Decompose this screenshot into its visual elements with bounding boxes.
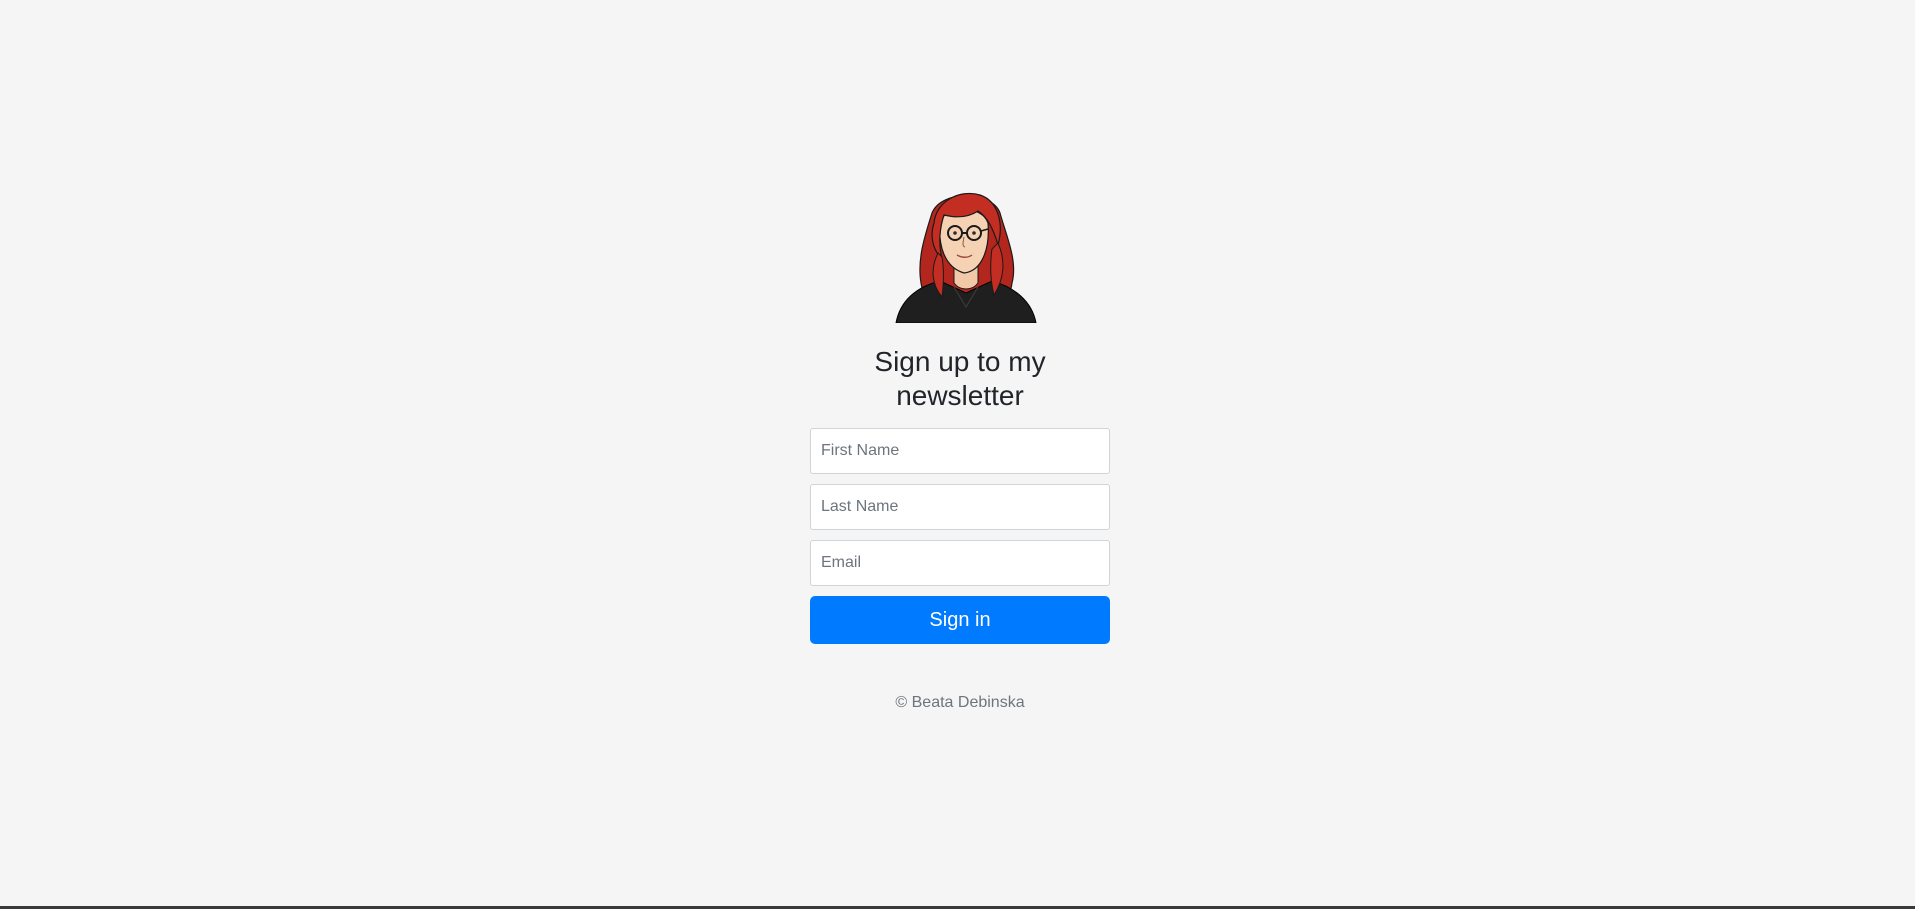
email-input[interactable] xyxy=(810,540,1110,586)
page-title: Sign up to my newsletter xyxy=(874,346,1046,411)
copyright-text: © Beata Debinska xyxy=(895,694,1025,711)
sign-in-button[interactable]: Sign in xyxy=(810,596,1110,644)
newsletter-form: Sign up to my newsletter Sign in © Beata… xyxy=(810,183,1110,728)
first-name-input[interactable] xyxy=(810,428,1110,474)
last-name-input[interactable] xyxy=(810,484,1110,530)
avatar-icon xyxy=(895,192,1037,323)
page: Sign up to my newsletter Sign in © Beata… xyxy=(0,0,1915,909)
